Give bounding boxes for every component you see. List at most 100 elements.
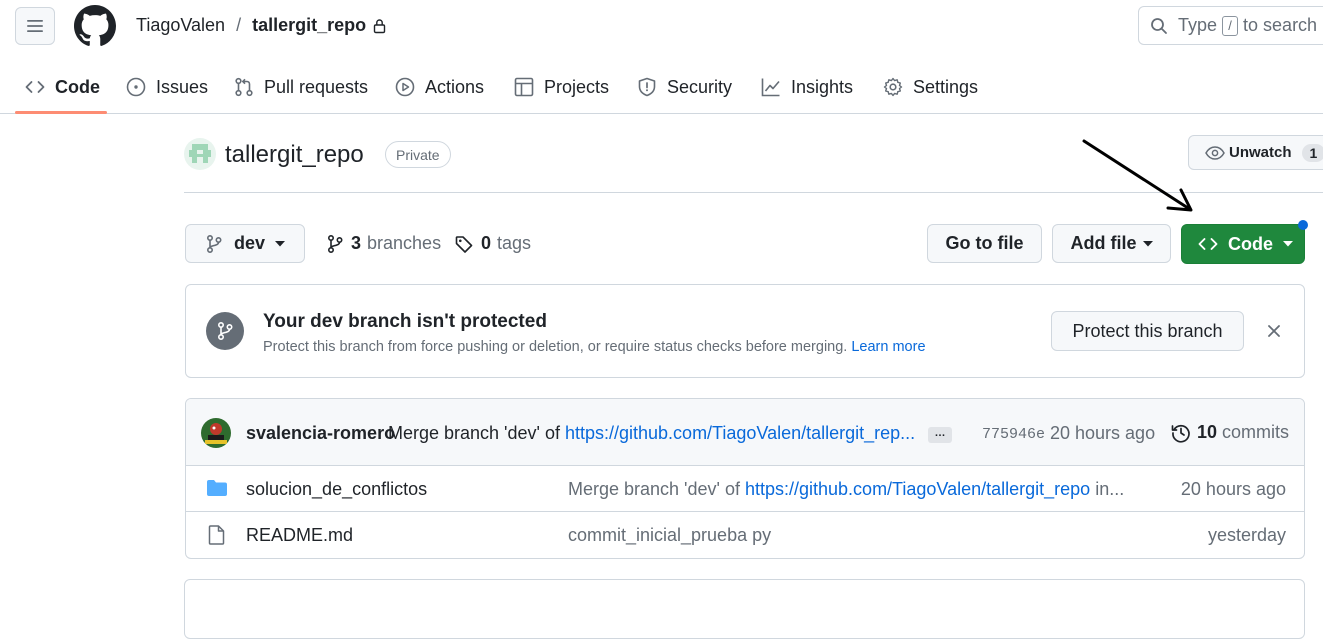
folder-icon — [207, 480, 227, 496]
commit-message[interactable]: Merge branch 'dev' of https://github.com… — [388, 423, 915, 444]
code-icon — [25, 81, 45, 93]
tab-security-label: Security — [667, 76, 733, 97]
eye-icon — [1205, 145, 1225, 160]
file-icon — [208, 525, 225, 545]
unwatch-button[interactable]: Unwatch 1 — [1188, 135, 1323, 170]
branches-link[interactable]: 3 branches — [327, 233, 441, 254]
search-icon — [1151, 17, 1167, 34]
graph-icon — [761, 78, 780, 97]
file-listing: svalencia-romero Merge branch 'dev' of h… — [185, 398, 1305, 559]
search-shortcut-key: / — [1222, 15, 1239, 36]
selected-tab-indicator — [15, 111, 107, 114]
history-icon — [1171, 424, 1190, 443]
tab-actions-label: Actions — [425, 76, 485, 97]
github-logo-icon[interactable] — [74, 5, 116, 47]
file-commit-message-suffix: in... — [1095, 479, 1125, 499]
table-icon — [514, 77, 534, 97]
go-to-file-button[interactable]: Go to file — [927, 224, 1042, 263]
tab-code[interactable]: Code — [25, 60, 100, 114]
tab-insights[interactable]: Insights — [761, 60, 853, 114]
breadcrumb-repo-link[interactable]: tallergit_repo — [252, 15, 366, 36]
banner-title: Your dev branch isn't protected — [263, 311, 547, 332]
watch-count-badge: 1 — [1301, 143, 1323, 162]
tab-issues[interactable]: Issues — [126, 60, 208, 114]
table-row[interactable]: solucion_de_conflictos Merge branch 'dev… — [186, 466, 1304, 512]
search-placeholder-suffix: to search — [1243, 15, 1318, 35]
repo-owner-avatar[interactable] — [184, 138, 216, 170]
close-icon[interactable] — [1266, 323, 1282, 339]
lock-icon — [373, 18, 386, 33]
tab-settings-label: Settings — [913, 76, 979, 97]
play-icon — [395, 77, 415, 97]
file-commit-message[interactable]: Merge branch 'dev' of https://github.com… — [568, 479, 1124, 500]
tab-code-label: Code — [55, 76, 100, 97]
tab-projects-label: Projects — [544, 76, 610, 97]
readme-panel — [184, 579, 1305, 639]
search-input[interactable]: Type / to search — [1138, 6, 1323, 45]
pull-request-icon — [235, 77, 253, 97]
tags-count: 0 — [481, 233, 492, 253]
repo-nav-tabs: Code Issues Pull requests Actions Projec… — [0, 60, 1323, 114]
code-icon — [1198, 238, 1218, 250]
commits-history-link[interactable]: 10 commits — [1171, 422, 1289, 443]
tab-projects[interactable]: Projects — [514, 60, 609, 114]
table-row[interactable]: README.md commit_inicial_prueba py yeste… — [186, 512, 1304, 558]
caret-down-icon — [275, 240, 286, 246]
file-commit-message-text: Merge branch 'dev' of — [568, 479, 740, 499]
add-file-button[interactable]: Add file — [1052, 224, 1171, 263]
tab-pull-requests-label: Pull requests — [264, 76, 369, 97]
annotation-arrow — [1082, 139, 1193, 212]
file-commit-time: yesterday — [1207, 525, 1286, 545]
tags-link[interactable]: 0 tags — [455, 233, 531, 254]
commit-message-link[interactable]: https://github.com/TiagoValen/tallergit_… — [565, 423, 915, 443]
tab-settings[interactable]: Settings — [883, 60, 978, 114]
branch-icon — [206, 312, 244, 350]
code-dropdown-button[interactable]: Code — [1181, 224, 1305, 264]
breadcrumb-owner-link[interactable]: TiagoValen — [136, 15, 225, 36]
file-name-link[interactable]: README.md — [246, 525, 353, 546]
commits-count: 10 — [1197, 422, 1218, 442]
banner-description-text: Protect this branch from force pushing o… — [263, 339, 848, 355]
tab-insights-label: Insights — [791, 76, 854, 97]
commit-author[interactable]: svalencia-romero — [246, 423, 395, 444]
commits-label: commits — [1222, 422, 1290, 442]
unwatch-label: Unwatch — [1229, 144, 1292, 161]
caret-down-icon — [1283, 241, 1293, 247]
committer-avatar[interactable] — [201, 418, 231, 448]
tab-security[interactable]: Security — [637, 60, 732, 114]
learn-more-link[interactable]: Learn more — [851, 339, 925, 355]
tag-icon — [455, 235, 473, 253]
breadcrumb-separator: / — [236, 15, 242, 35]
expand-commit-message-button[interactable]: … — [928, 427, 952, 443]
commit-sha[interactable]: 775946e — [982, 426, 1045, 443]
top-header: TiagoValen / tallergit_repo Type / to se… — [0, 0, 1323, 56]
file-commit-message-link[interactable]: https://github.com/TiagoValen/tallergit_… — [745, 479, 1090, 499]
banner-description: Protect this branch from force pushing o… — [263, 339, 926, 355]
file-name-link[interactable]: solucion_de_conflictos — [246, 479, 427, 500]
branch-icon — [327, 234, 343, 253]
tags-label: tags — [497, 233, 532, 253]
hamburger-icon — [27, 20, 43, 32]
tab-pull-requests[interactable]: Pull requests — [234, 60, 368, 114]
file-commit-time: 20 hours ago — [1180, 479, 1286, 499]
shield-icon — [638, 77, 656, 97]
gear-icon — [883, 77, 903, 97]
notification-dot — [1298, 220, 1308, 230]
branch-icon — [206, 234, 222, 253]
file-commit-message[interactable]: commit_inicial_prueba py — [568, 525, 771, 546]
repo-name[interactable]: tallergit_repo — [225, 141, 364, 169]
breadcrumb: TiagoValen / tallergit_repo — [136, 15, 386, 36]
current-branch-name: dev — [234, 233, 266, 253]
tab-actions[interactable]: Actions — [395, 60, 484, 114]
caret-down-icon — [1142, 240, 1153, 246]
issue-icon — [126, 77, 146, 97]
tab-issues-label: Issues — [156, 76, 209, 97]
branch-protection-banner: Your dev branch isn't protected Protect … — [185, 284, 1305, 378]
branch-select-button[interactable]: dev — [185, 224, 305, 263]
commit-message-text: Merge branch 'dev' of — [388, 423, 560, 443]
latest-commit-row: svalencia-romero Merge branch 'dev' of h… — [186, 399, 1304, 466]
hamburger-menu-button[interactable] — [15, 7, 55, 45]
add-file-label: Add file — [1070, 233, 1137, 253]
protect-branch-button[interactable]: Protect this branch — [1051, 311, 1244, 351]
branches-count: 3 — [351, 233, 362, 253]
